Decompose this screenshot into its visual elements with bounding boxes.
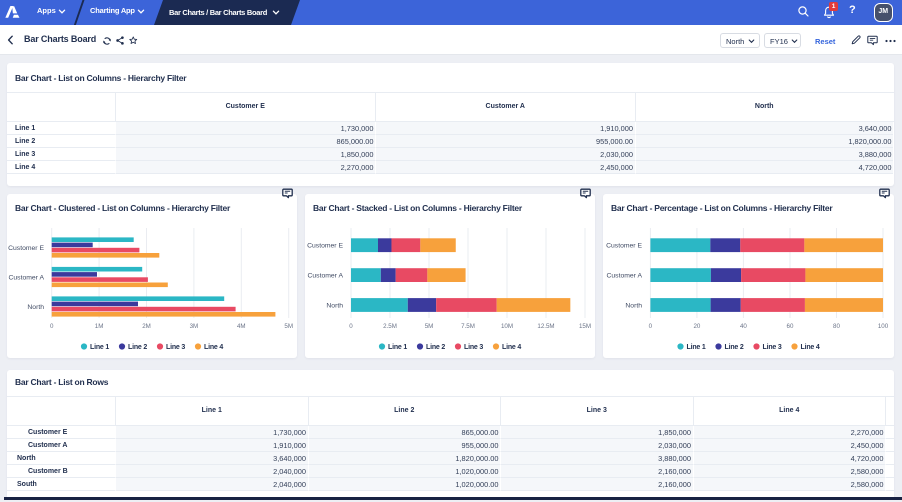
svg-text:Line 2: Line 2	[725, 344, 744, 351]
svg-text:Line 2: Line 2	[426, 344, 445, 351]
svg-text:Line 3: Line 3	[464, 344, 483, 351]
svg-text:Line 2: Line 2	[128, 344, 147, 351]
svg-text:Line 1: Line 1	[90, 344, 109, 351]
svg-text:Line 4: Line 4	[502, 344, 521, 351]
svg-text:Line 1: Line 1	[687, 344, 706, 351]
svg-text:Line 4: Line 4	[204, 344, 223, 351]
svg-text:Line 3: Line 3	[166, 344, 185, 351]
svg-text:Line 4: Line 4	[801, 344, 820, 351]
svg-text:Line 3: Line 3	[763, 344, 782, 351]
svg-text:Line 1: Line 1	[388, 344, 407, 351]
